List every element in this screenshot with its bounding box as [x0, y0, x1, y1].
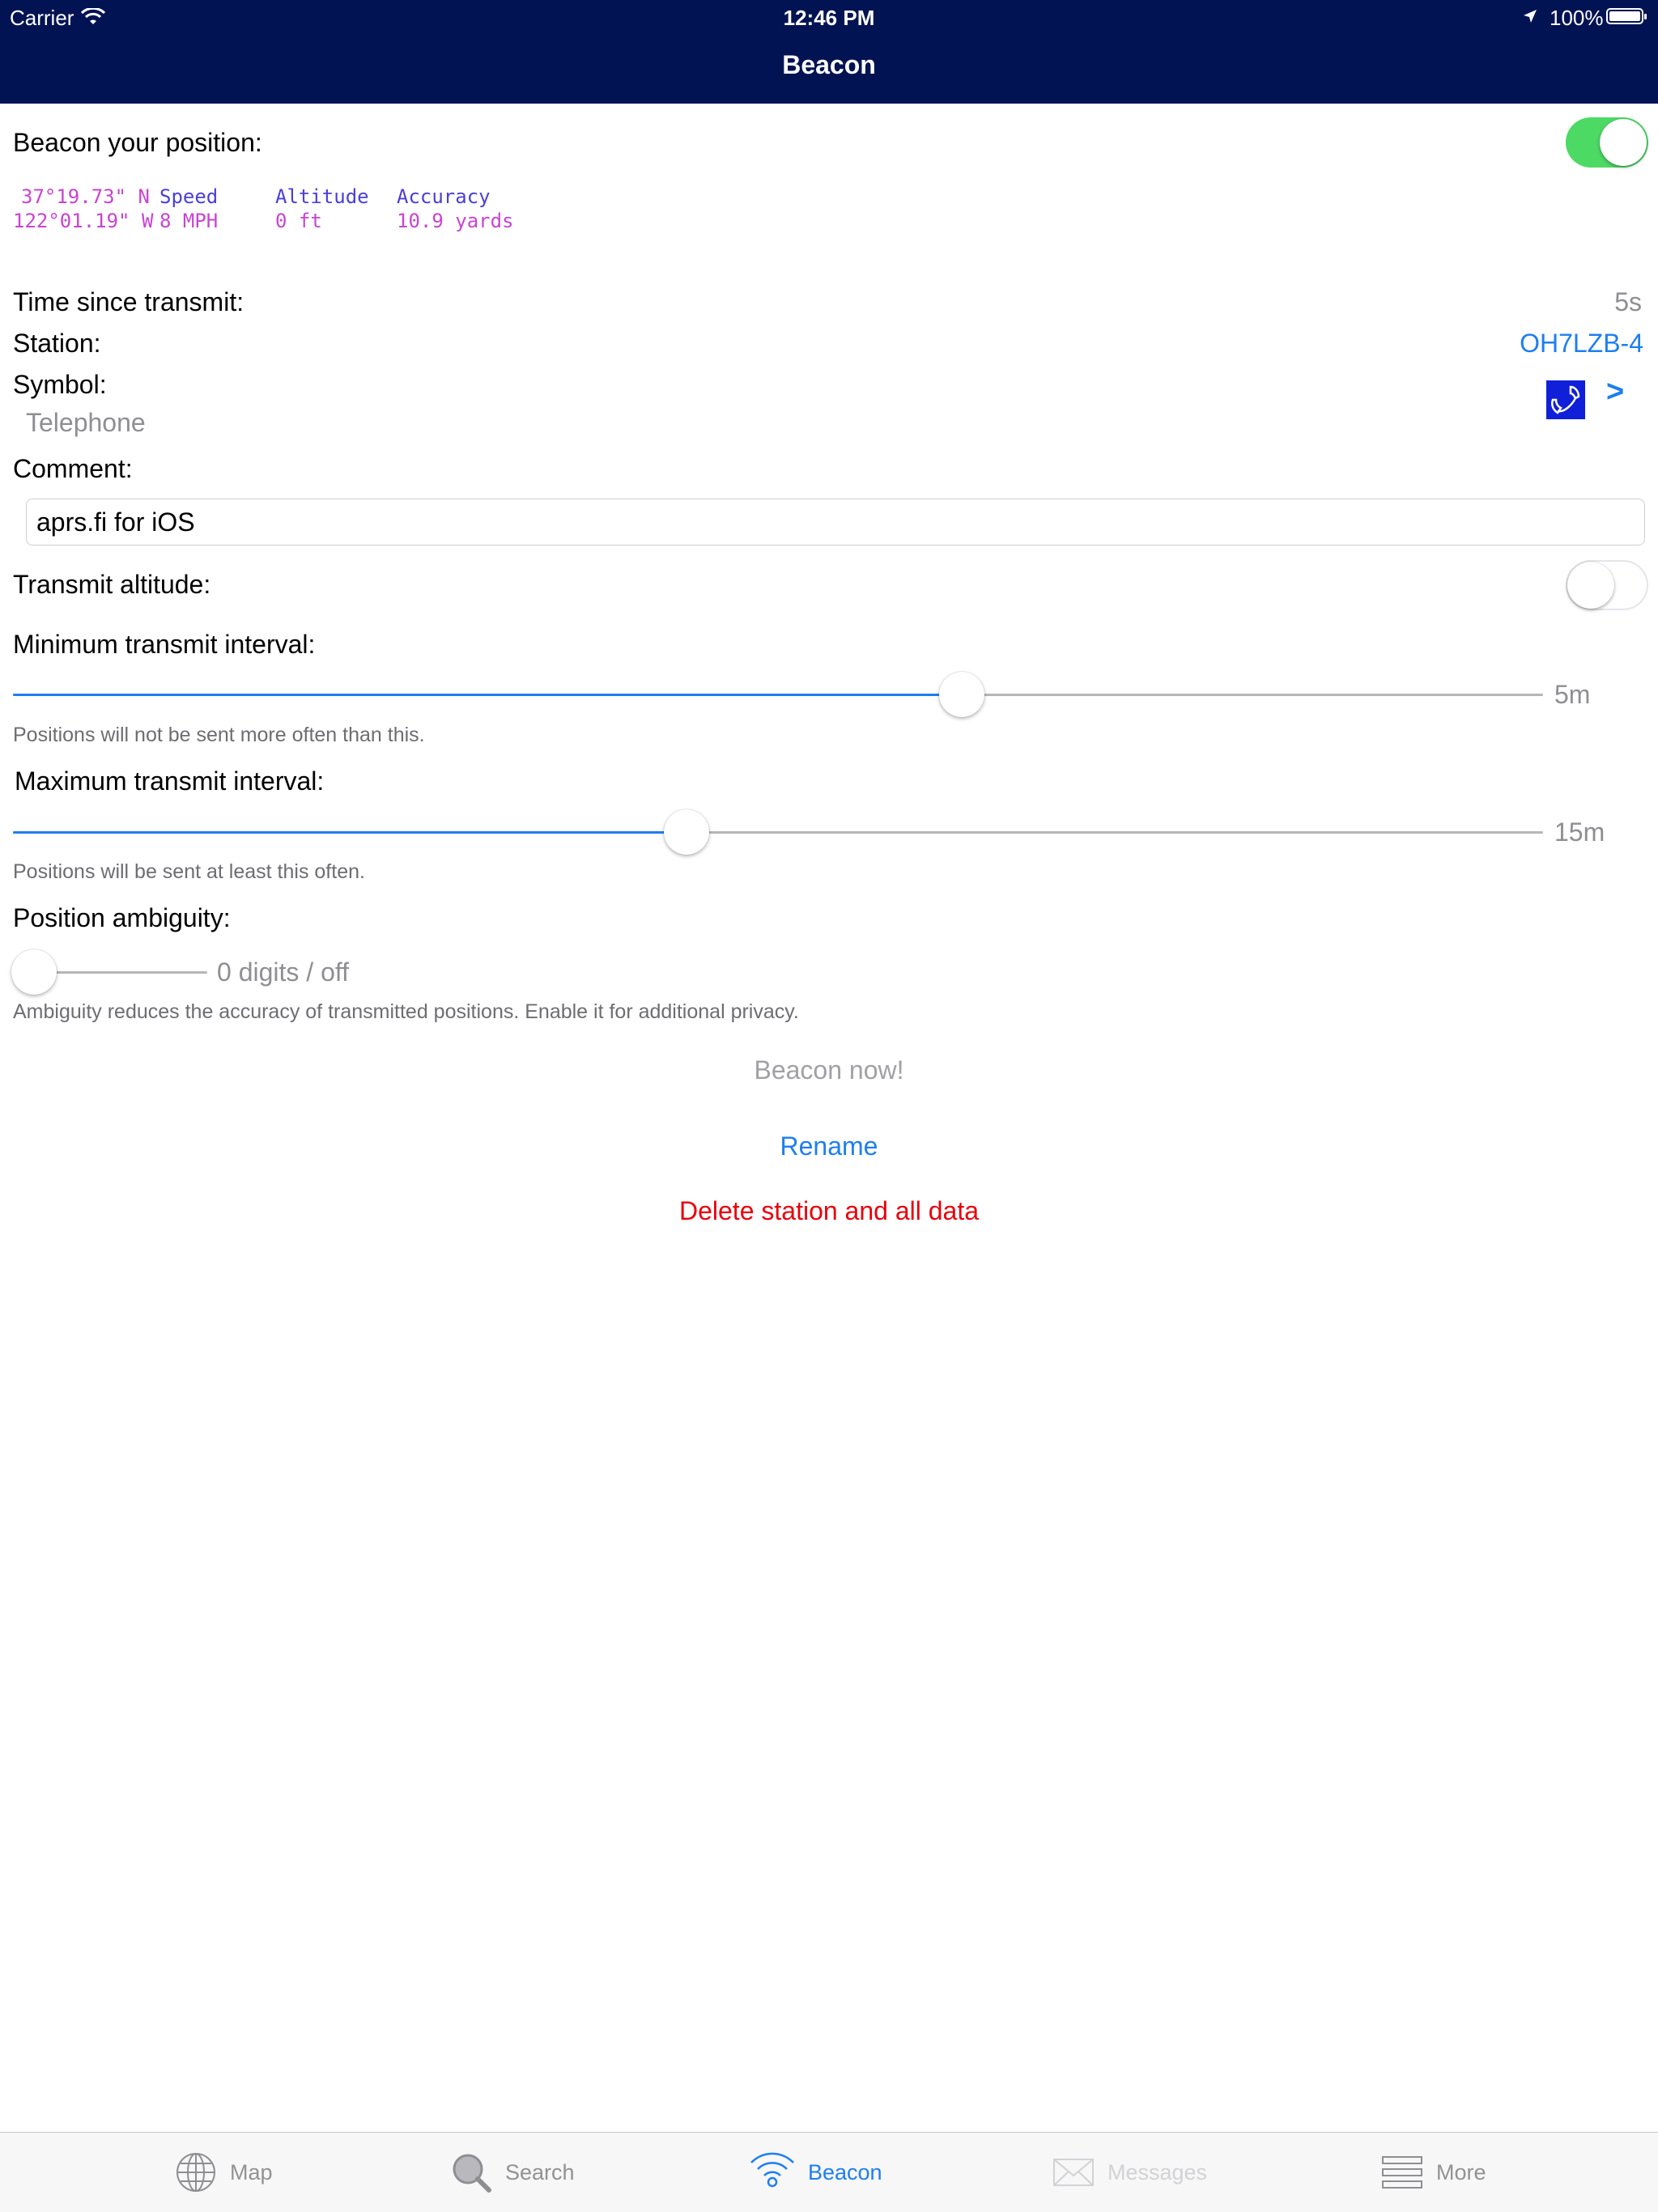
ambiguity-label: Position ambiguity:	[13, 903, 231, 932]
tab-messages-label: Messages	[1107, 2159, 1208, 2184]
latitude-value: 37°19.73" N	[21, 185, 150, 208]
station-link[interactable]: OH7LZB-4	[1520, 327, 1643, 359]
globe-icon	[176, 2153, 215, 2192]
symbol-chevron[interactable]: >	[1606, 374, 1624, 410]
tab-more[interactable]: More	[1381, 2133, 1486, 2212]
telephone-icon[interactable]	[1546, 380, 1585, 419]
list-icon	[1382, 2156, 1422, 2189]
altitude-label: Altitude	[275, 185, 369, 208]
speed-label: Speed	[159, 185, 219, 208]
tab-beacon-label: Beacon	[808, 2159, 882, 2184]
tab-map-label: Map	[230, 2159, 273, 2184]
tab-bar: Map Search Beacon Messages More	[0, 2132, 1658, 2212]
wifi-beacon-icon	[750, 2152, 794, 2188]
beacon-now-button[interactable]: Beacon now!	[0, 1054, 1658, 1086]
rename-button[interactable]: Rename	[0, 1130, 1658, 1162]
tab-beacon[interactable]: Beacon	[750, 2133, 882, 2212]
max-interval-slider-thumb[interactable]	[663, 809, 709, 855]
accuracy-label: Accuracy	[397, 185, 491, 208]
comment-field[interactable]: aprs.fi for iOS	[26, 499, 1645, 546]
max-interval-slider[interactable]	[13, 831, 1543, 834]
ambiguity-slider-thumb[interactable]	[11, 949, 57, 995]
time-since-transmit-value: 5s	[1614, 287, 1642, 316]
min-interval-label: Minimum transmit interval:	[13, 630, 316, 659]
battery-percent: 100%	[1550, 6, 1604, 30]
envelope-icon	[1053, 2159, 1094, 2186]
min-interval-slider[interactable]	[13, 694, 1543, 696]
tab-search-label: Search	[505, 2159, 575, 2184]
max-interval-label: Maximum transmit interval:	[15, 766, 325, 796]
tab-more-label: More	[1436, 2159, 1486, 2184]
battery-icon	[1606, 8, 1647, 24]
time-since-transmit-label: Time since transmit:	[13, 287, 244, 316]
location-arrow-icon	[1524, 10, 1537, 23]
clock: 12:46 PM	[783, 6, 875, 30]
comment-label: Comment:	[13, 454, 133, 483]
max-interval-value: 15m	[1554, 817, 1605, 847]
transmit-altitude-label: Transmit altitude:	[13, 570, 211, 599]
min-interval-slider-thumb[interactable]	[938, 672, 984, 717]
tab-messages[interactable]: Messages	[1052, 2133, 1207, 2212]
tab-search[interactable]: Search	[450, 2133, 575, 2212]
beacon-label: Beacon your position:	[13, 128, 262, 157]
ambiguity-value: 0 digits / off	[217, 957, 350, 987]
min-interval-footnote: Positions will not be sent more often th…	[13, 724, 425, 746]
longitude-value: 122°01.19" W	[13, 210, 154, 232]
station-label: Station:	[13, 329, 101, 358]
magnifier-icon	[453, 2154, 491, 2193]
transmit-altitude-switch[interactable]	[1566, 560, 1648, 610]
symbol-label: Symbol:	[13, 370, 107, 399]
ambiguity-footnote: Ambiguity reduces the accuracy of transm…	[13, 1000, 799, 1023]
accuracy-value: 10.9 yards	[397, 210, 514, 232]
altitude-value: 0 ft	[275, 210, 322, 232]
page-title: Beacon	[782, 50, 876, 79]
delete-station-button[interactable]: Delete station and all data	[0, 1195, 1658, 1227]
symbol-name: Telephone	[26, 408, 146, 437]
tab-map[interactable]: Map	[175, 2133, 273, 2212]
speed-value: 8 MPH	[159, 210, 219, 232]
beacon-switch[interactable]	[1566, 117, 1648, 168]
navigation-bar: Carrier 12:46 PM 100% Beacon	[0, 0, 1658, 104]
min-interval-value: 5m	[1554, 680, 1591, 709]
max-interval-footnote: Positions will be sent at least this oft…	[13, 860, 365, 883]
